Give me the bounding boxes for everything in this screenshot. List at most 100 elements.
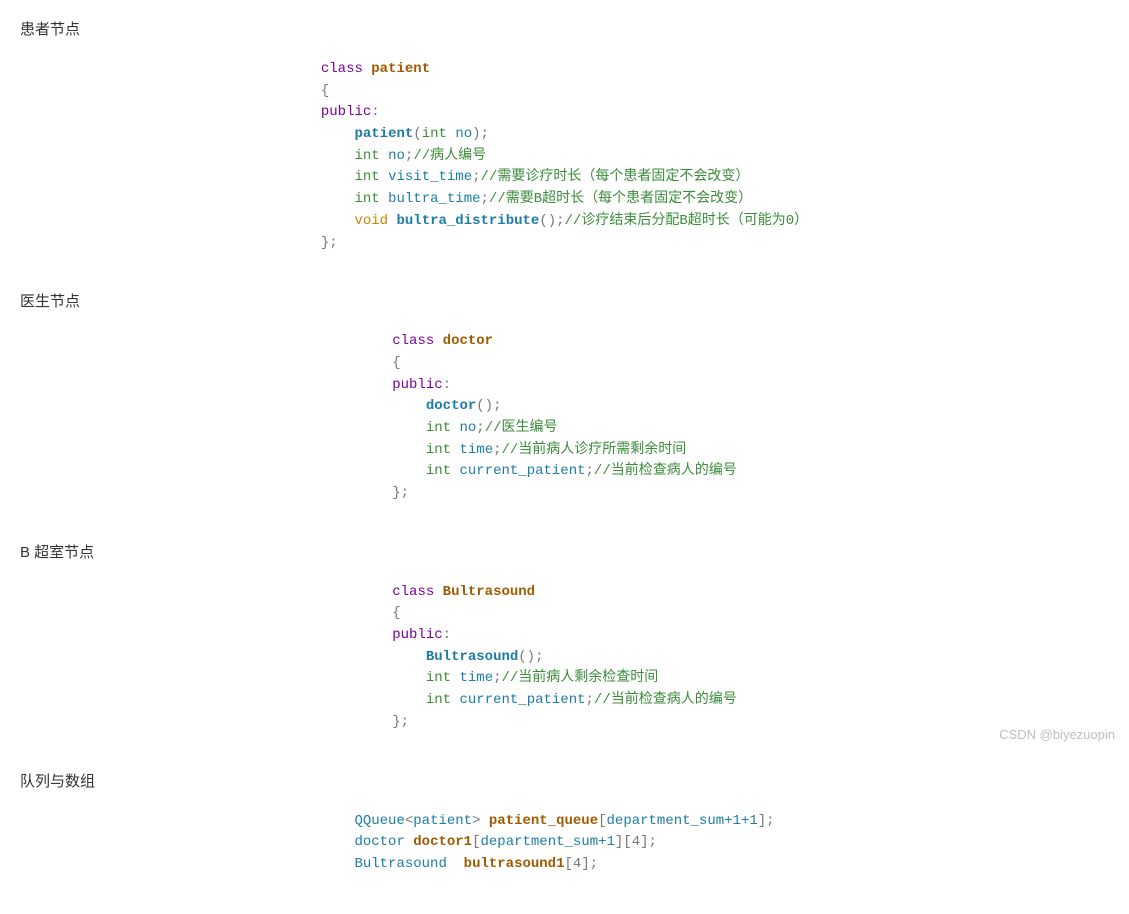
semicolon: ; <box>590 856 598 872</box>
paren: ( <box>413 126 421 142</box>
kw-int: int <box>426 692 451 708</box>
brace-close: }; <box>392 714 409 730</box>
code-block-bultra: class Bultrasound { public: Bultrasound(… <box>392 582 736 734</box>
class-name-doctor: doctor <box>443 333 493 349</box>
comment: //当前检查病人的编号 <box>594 463 737 479</box>
bracket: ] <box>758 813 766 829</box>
class-name-bultrasound: Bultrasound <box>443 584 535 600</box>
semicolon: ; <box>493 670 501 686</box>
kw-int: int <box>422 126 447 142</box>
paren: ) <box>472 126 480 142</box>
paren: () <box>539 213 556 229</box>
kw-void: void <box>354 213 388 229</box>
brace-close: }; <box>321 235 338 251</box>
comment: //需要诊疗时长（每个患者固定不会改变） <box>481 169 750 185</box>
bracket: ] <box>581 856 589 872</box>
var-current-patient: current_patient <box>459 692 585 708</box>
var-patient-queue: patient_queue <box>489 813 598 829</box>
colon: : <box>443 377 451 393</box>
comment: //诊疗结束后分配B超时长（可能为0） <box>565 213 809 229</box>
heading-bultra-node: B 超室节点 <box>20 541 1109 562</box>
kw-class: class <box>392 584 434 600</box>
heading-queue-array: 队列与数组 <box>20 770 1109 791</box>
kw-int: int <box>354 148 379 164</box>
index-expr: department_sum+1+1 <box>607 813 758 829</box>
colon: : <box>371 104 379 120</box>
var-bultra-time: bultra_time <box>388 191 480 207</box>
semicolon: ; <box>766 813 774 829</box>
kw-int: int <box>426 463 451 479</box>
code-block-patient: class patient { public: patient(int no);… <box>321 59 808 254</box>
kw-int: int <box>426 442 451 458</box>
code-wrapper-queue: QQueue<patient> patient_queue[department… <box>20 811 1109 904</box>
constructor-name: doctor <box>426 398 476 414</box>
bracket: ] <box>640 834 648 850</box>
type-bultrasound: Bultrasound <box>354 856 446 872</box>
heading-doctor-node: 医生节点 <box>20 290 1109 311</box>
code-wrapper-doctor: class doctor { public: doctor(); int no;… <box>20 331 1109 533</box>
bracket: [ <box>472 834 480 850</box>
tmpl-patient: patient <box>413 813 472 829</box>
var-visit-time: visit_time <box>388 169 472 185</box>
class-name-patient: patient <box>371 61 430 77</box>
comment: //当前检查病人的编号 <box>594 692 737 708</box>
kw-class: class <box>321 61 363 77</box>
constructor-name: Bultrasound <box>426 649 518 665</box>
index-expr: department_sum+1 <box>480 834 614 850</box>
var-doctor1: doctor1 <box>413 834 472 850</box>
colon: : <box>443 627 451 643</box>
angle-open: < <box>405 813 413 829</box>
kw-int: int <box>426 670 451 686</box>
var-no: no <box>459 420 476 436</box>
var-time: time <box>459 670 493 686</box>
semicolon: ; <box>556 213 564 229</box>
bracket: [ <box>598 813 606 829</box>
bracket: ][ <box>615 834 632 850</box>
semicolon: ; <box>472 169 480 185</box>
kw-int: int <box>354 191 379 207</box>
kw-public: public <box>321 104 371 120</box>
index-4: 4 <box>632 834 640 850</box>
kw-class: class <box>392 333 434 349</box>
semicolon: ; <box>535 649 543 665</box>
semicolon: ; <box>649 834 657 850</box>
kw-int: int <box>354 169 379 185</box>
semicolon: ; <box>481 191 489 207</box>
comment: //需要B超时长（每个患者固定不会改变） <box>489 191 752 207</box>
comment: //当前病人诊疗所需剩余时间 <box>502 442 687 458</box>
arg-no: no <box>455 126 472 142</box>
kw-public: public <box>392 377 442 393</box>
semicolon: ; <box>476 420 484 436</box>
constructor-name: patient <box>354 126 413 142</box>
semicolon: ; <box>586 692 594 708</box>
heading-patient-node: 患者节点 <box>20 18 1109 39</box>
comment: //病人编号 <box>413 148 486 164</box>
index-4: 4 <box>573 856 581 872</box>
semicolon: ; <box>586 463 594 479</box>
brace-open: { <box>392 355 400 371</box>
var-time: time <box>459 442 493 458</box>
var-current-patient: current_patient <box>459 463 585 479</box>
var-no: no <box>388 148 405 164</box>
brace-open: { <box>321 83 329 99</box>
brace-open: { <box>392 605 400 621</box>
type-doctor: doctor <box>354 834 404 850</box>
kw-public: public <box>392 627 442 643</box>
bracket: [ <box>565 856 573 872</box>
watermark: CSDN @biyezuopin <box>999 727 1115 742</box>
kw-int: int <box>426 420 451 436</box>
type-qqueue: QQueue <box>354 813 404 829</box>
code-wrapper-bultra: class Bultrasound { public: Bultrasound(… <box>20 582 1109 762</box>
semicolon: ; <box>493 442 501 458</box>
code-block-doctor: class doctor { public: doctor(); int no;… <box>392 331 736 505</box>
angle-close: > <box>472 813 480 829</box>
brace-close: }; <box>392 485 409 501</box>
semicolon: ; <box>493 398 501 414</box>
func-name: bultra_distribute <box>396 213 539 229</box>
comment: //医生编号 <box>485 420 558 436</box>
paren: () <box>518 649 535 665</box>
comment: //当前病人剩余检查时间 <box>502 670 659 686</box>
semicolon: ; <box>481 126 489 142</box>
code-block-queue: QQueue<patient> patient_queue[department… <box>354 811 774 876</box>
paren: () <box>476 398 493 414</box>
